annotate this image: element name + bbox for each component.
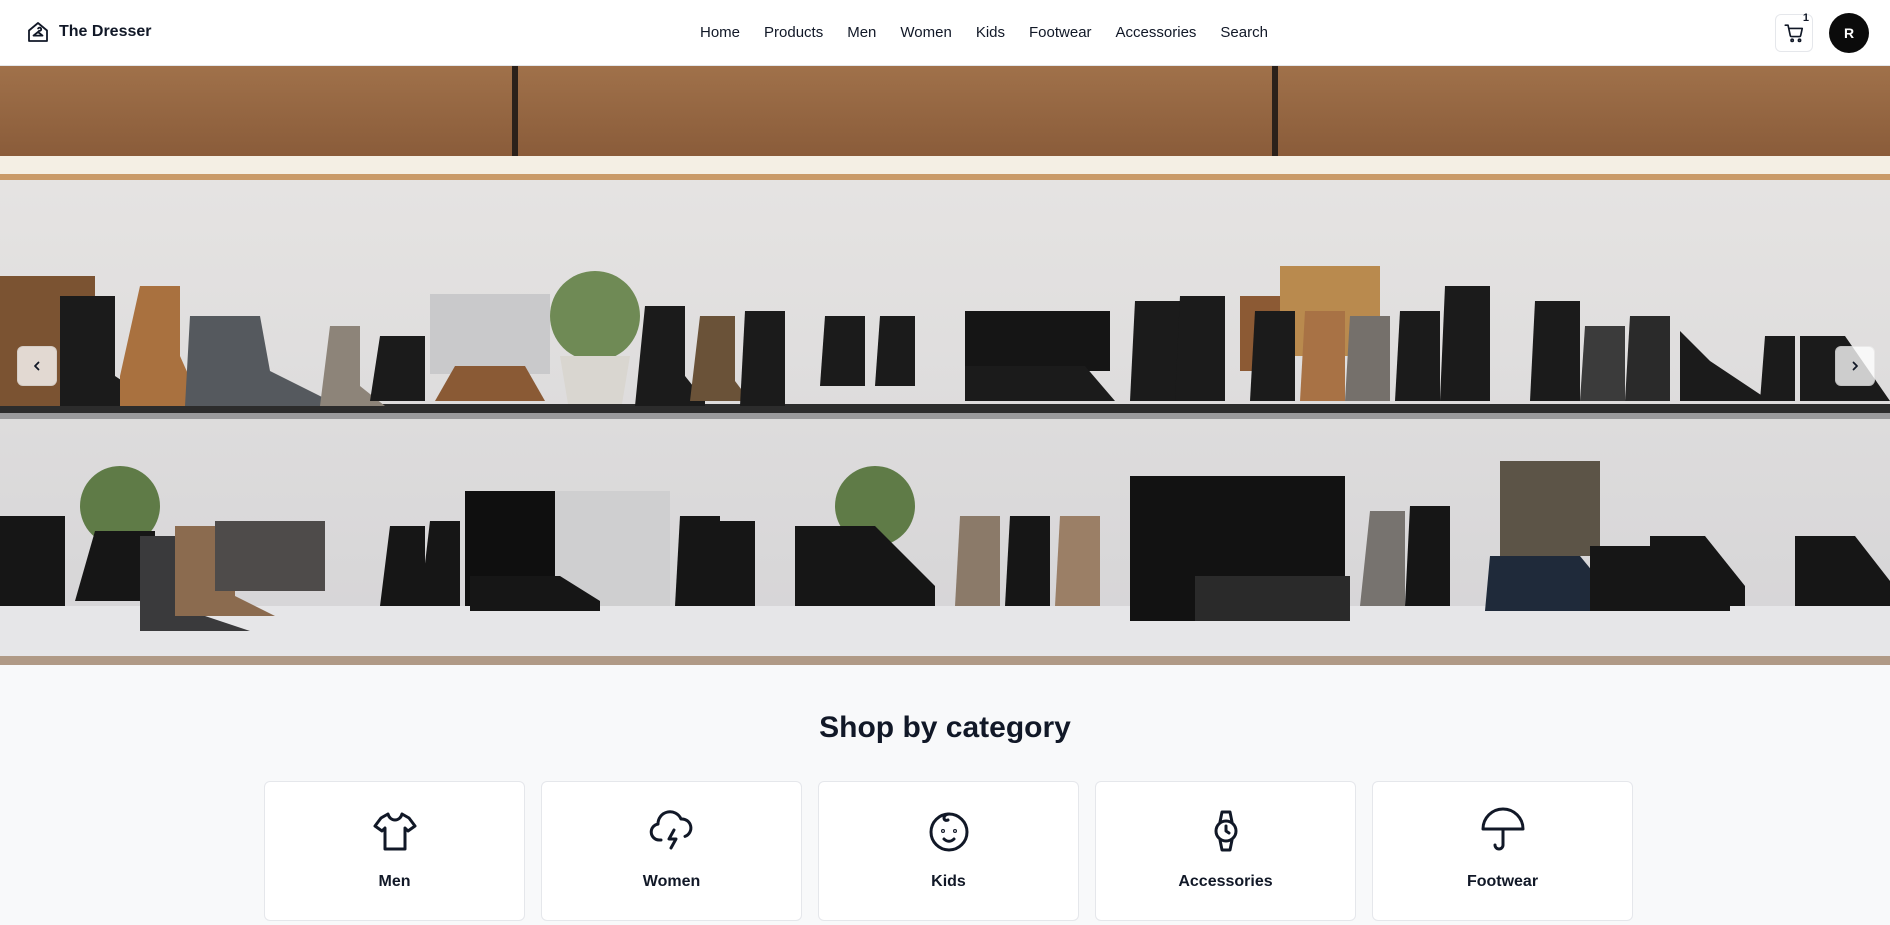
category-label-men: Men (378, 873, 411, 890)
category-label-accessories: Accessories (1178, 873, 1273, 890)
house-hanger-icon (28, 22, 48, 42)
nav-men[interactable]: Men (835, 21, 888, 45)
cloud-lightning-icon (649, 810, 692, 850)
baby-face-icon (929, 812, 968, 852)
category-card-women[interactable]: Women (541, 781, 802, 921)
hero-image (0, 66, 1890, 665)
nav-products[interactable]: Products (752, 21, 835, 45)
category-card-accessories[interactable]: Accessories (1095, 781, 1356, 921)
user-avatar[interactable]: R (1829, 13, 1869, 53)
umbrella-icon (1481, 807, 1524, 851)
category-label-kids: Kids (931, 873, 966, 890)
hero-carousel (0, 66, 1890, 665)
nav-women[interactable]: Women (888, 21, 963, 45)
watch-icon (1214, 810, 1237, 852)
carousel-next-button[interactable] (1835, 346, 1875, 386)
main-nav: Home Products Men Women Kids Footwear Ac… (688, 21, 1280, 45)
chevron-right-icon (1852, 361, 1858, 371)
category-card-men[interactable]: Men (264, 781, 525, 921)
cart-button[interactable]: 1 (1775, 12, 1813, 52)
nav-accessories[interactable]: Accessories (1104, 21, 1209, 45)
category-cards: Men Women Kids Accessories Footwear (264, 781, 1633, 921)
category-label-footwear: Footwear (1466, 873, 1539, 890)
chevron-left-icon (34, 361, 40, 371)
category-card-kids[interactable]: Kids (818, 781, 1079, 921)
nav-search[interactable]: Search (1208, 21, 1280, 45)
nav-kids[interactable]: Kids (964, 21, 1017, 45)
carousel-prev-button[interactable] (17, 346, 57, 386)
section-title: Shop by category (819, 711, 1071, 744)
shirt-icon (373, 812, 416, 851)
brand-logo-link[interactable]: The Dresser (26, 20, 152, 44)
brand-name: The Dresser (59, 23, 152, 40)
site-header: The Dresser Home Products Men Women Kids… (0, 0, 1890, 66)
category-section: Shop by category Men Women Kids Accessor… (0, 665, 1890, 925)
shopping-cart-icon (1784, 24, 1804, 43)
nav-footwear[interactable]: Footwear (1017, 21, 1104, 45)
nav-home[interactable]: Home (688, 21, 752, 45)
category-label-women: Women (642, 873, 701, 890)
cart-count-badge: 1 (1802, 12, 1809, 24)
category-card-footwear[interactable]: Footwear (1372, 781, 1633, 921)
